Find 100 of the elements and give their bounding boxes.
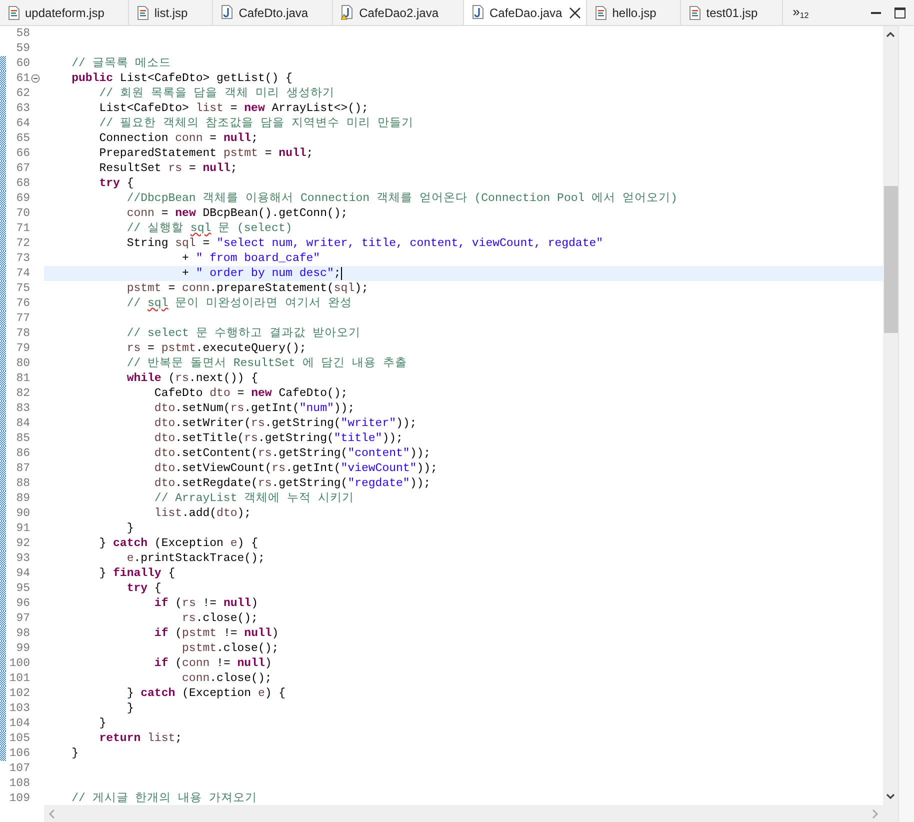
line-number: 62 [16,88,30,100]
code-line: dto.setContent(rs.getString("content")); [153,448,431,460]
editor-tab[interactable]: list.jsp [129,0,213,25]
line-number: 105 [9,732,30,744]
line-number: 71 [16,222,30,234]
line-number: 99 [16,642,30,654]
code-line: dto.setWriter(rs.getString("writer")); [153,418,417,430]
code-line: dto.setTitle(rs.getString("title")); [153,432,403,444]
code-line: // select 문 수행하고 결과값 받아오기 [126,328,361,340]
code-line: public List<CafeDto> getList() { [70,72,292,84]
code-line: //DbcpBean 객체를 이용해서 Connection 객체를 얻어온다 (Connection Pool 에서 얻어오기) [126,192,678,204]
text-cursor [340,267,342,280]
line-number: 77 [16,312,30,324]
line-number: 96 [16,598,30,610]
code-line: } [98,718,106,730]
line-number: 76 [16,298,30,310]
line-number: 100 [9,658,30,670]
code-line: } [126,702,134,714]
code-line: CafeDto dto = new CafeDto(); [153,388,348,400]
editor-tab[interactable]: CafeDao.java [464,0,588,25]
code-line: PreparedStatement pstmt = null; [98,148,314,160]
code-line: // 필요한 객체의 참조값을 담을 지역변수 미리 만들기 [98,118,414,130]
code-line: if (conn != null) [153,658,272,670]
line-number: 92 [16,538,30,550]
line-number: 63 [16,102,30,114]
code-line: rs = pstmt.executeQuery(); [126,342,306,354]
code-line: } [126,522,134,534]
line-number: 104 [9,718,30,730]
code-line: } [70,748,79,760]
line-number: 78 [16,328,30,340]
code-line: dto.setRegdate(rs.getString("regdate")); [153,478,431,490]
line-number: 106 [9,748,30,760]
code-line: while (rs.next()) { [126,372,258,384]
line-number: 67 [16,162,30,174]
tab-label: test01.jsp [706,4,758,22]
line-number: 82 [16,388,30,400]
code-line: Connection conn = null; [98,132,258,144]
line-number: 93 [16,552,30,564]
line-number: 81 [16,372,30,384]
code-line: List<CafeDto> list = new ArrayList<>(); [98,102,368,114]
code-line: // 반복문 돌면서 ResultSet 에 담긴 내용 추출 [126,358,408,370]
line-number: 72 [16,238,30,250]
line-number: 90 [16,508,30,520]
code-line: ResultSet rs = null; [98,162,238,174]
collapse-icon[interactable] [31,74,40,83]
close-icon[interactable] [569,6,582,18]
maximize-icon[interactable] [894,6,906,18]
line-number: 64 [16,118,30,130]
code-line: String sql = "select num, writer, title, content, viewCount, regdate" [126,238,604,250]
code-line: pstmt = conn.prepareStatement(sql); [126,282,368,294]
line-number: 84 [16,418,30,430]
line-number: 80 [16,358,30,370]
code-line: } catch (Exception e) { [98,538,258,550]
code-line: try { [126,582,162,594]
line-number: 88 [16,478,30,490]
code-line: pstmt.close(); [181,642,279,654]
line-number: 58 [16,28,30,40]
line-number: 59 [16,42,30,54]
code-line: if (pstmt != null) [153,628,279,640]
code-line: return list; [98,732,182,744]
line-number: 87 [16,462,30,474]
editor-tab[interactable]: CafeDto.java [212,0,334,25]
line-number: 73 [16,252,30,264]
editor-tab[interactable]: updateform.jsp [0,0,130,25]
line-number: 85 [16,432,30,444]
code-line: + " order by num desc"; [181,267,342,280]
line-number: 98 [16,628,30,640]
code-line: } finally { [98,568,176,580]
line-number: 66 [16,148,30,160]
scroll-down-icon[interactable] [886,793,895,800]
code-line: dto.setViewCount(rs.getInt("viewCount")); [153,462,438,474]
code-line: // 회원 목록을 담을 객체 미리 생성하기 [98,88,334,100]
line-number: 69 [16,192,30,204]
tab-label: list.jsp [154,4,188,22]
scroll-thumb[interactable] [884,186,898,333]
code-line: conn.close(); [181,672,272,684]
code-line: // 실행할 sql 문 (select) [126,222,292,234]
code-line: // 글목록 메소드 [70,58,172,70]
line-number: 89 [16,492,30,504]
line-number: 68 [16,178,30,190]
tab-label: updateform.jsp [25,4,104,22]
code-line: rs.close(); [181,612,258,624]
code-line: e.printStackTrace(); [126,552,265,564]
line-number: 70 [16,208,30,220]
code-line: // ArrayList 객체에 누적 시키기 [153,492,354,504]
line-number: 101 [9,672,30,684]
code-line: // sql 문이 미완성이라면 여기서 완성 [126,298,352,310]
editor-tab[interactable]: test01.jsp [681,0,783,25]
editor-tab[interactable]: hello.jsp [587,0,682,25]
line-number: 75 [16,282,30,294]
editor-tab[interactable]: CafeDao2.java [333,0,464,25]
code-line: } catch (Exception e) { [126,688,286,700]
line-number: 94 [16,568,30,580]
tab-label: CafeDto.java [238,4,308,22]
line-number: 107 [9,762,30,774]
line-number: 86 [16,448,30,460]
scroll-up-icon[interactable] [886,31,895,38]
line-number: 83 [16,402,30,414]
line-number: 95 [16,582,30,594]
line-number: 91 [16,522,30,534]
